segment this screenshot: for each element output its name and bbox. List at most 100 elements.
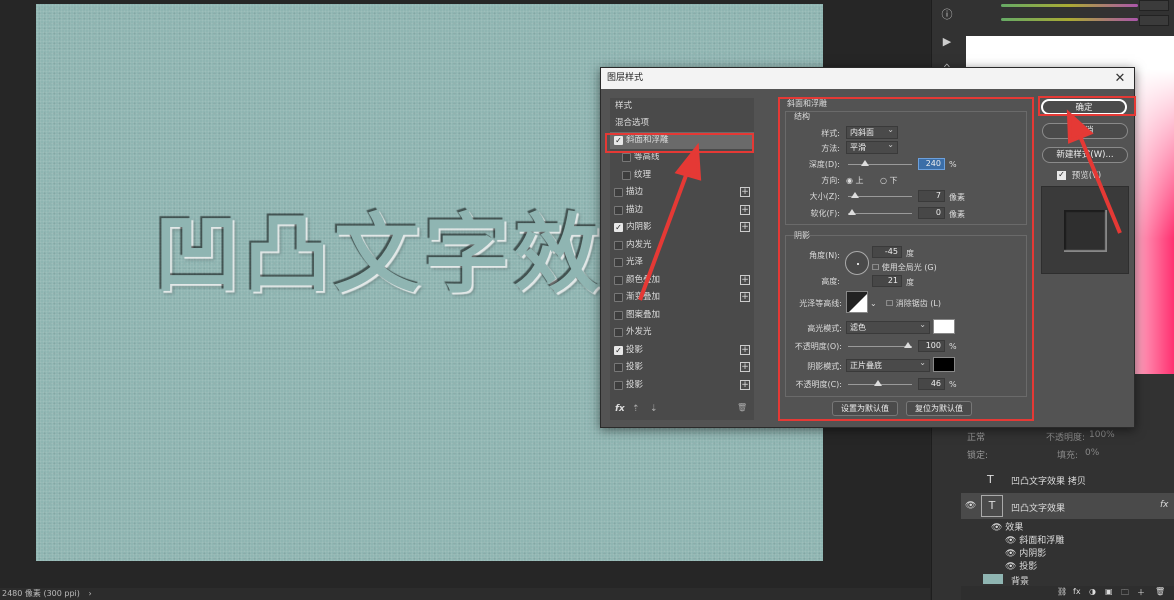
style-list-item[interactable]: 投影 +: [610, 359, 754, 376]
direction-up-radio[interactable]: ◉ 上: [846, 175, 864, 186]
style-list-item[interactable]: 投影 +: [610, 377, 754, 394]
mask-icon[interactable]: ▣: [1105, 587, 1113, 596]
add-instance-icon[interactable]: +: [740, 187, 750, 197]
size-slider[interactable]: [848, 192, 912, 198]
chevron-down-icon[interactable]: ⌄: [870, 299, 877, 308]
style-list-item[interactable]: 外发光: [610, 324, 754, 341]
add-instance-icon[interactable]: +: [740, 362, 750, 372]
style-list-item[interactable]: ✓ 内阴影 +: [610, 219, 754, 236]
layer-row[interactable]: T 凹凸文字效果 拷贝: [961, 466, 1174, 492]
style-list-item[interactable]: 描边 +: [610, 202, 754, 219]
dialog-titlebar[interactable]: 图层样式 ✕: [601, 68, 1134, 89]
checkbox-icon[interactable]: [614, 381, 623, 390]
shadow-mode-select[interactable]: 正片叠底: [846, 357, 930, 372]
style-list-item[interactable]: 样式: [610, 98, 754, 115]
style-list-item[interactable]: 纹理: [610, 167, 754, 184]
shadow-color-swatch[interactable]: [933, 357, 955, 372]
fx-icon[interactable]: fx: [615, 404, 625, 414]
eye-icon[interactable]: 👁: [1005, 536, 1019, 546]
angle-input[interactable]: -45: [872, 246, 902, 258]
blend-mode-select[interactable]: 正常: [967, 430, 985, 443]
trash-icon[interactable]: 🗑: [1155, 587, 1165, 596]
checkbox-checked-icon[interactable]: ✓: [614, 223, 623, 232]
info-icon[interactable]: ⓘ: [938, 6, 956, 24]
move-down-icon[interactable]: ⇣: [650, 404, 658, 414]
altitude-input[interactable]: 21: [872, 275, 902, 287]
effect-item[interactable]: 👁 斜面和浮雕: [1005, 533, 1064, 546]
highlight-color-swatch[interactable]: [933, 319, 955, 334]
color-slider-1[interactable]: [1001, 4, 1138, 7]
technique-select[interactable]: 平滑: [846, 139, 898, 154]
checkbox-icon[interactable]: [614, 206, 623, 215]
style-list-item[interactable]: 内发光: [610, 237, 754, 254]
fill-value[interactable]: 0%: [1085, 448, 1099, 458]
checkbox-icon[interactable]: [614, 328, 623, 337]
bevel-style-select[interactable]: 内斜面: [846, 124, 898, 139]
checkbox-icon[interactable]: [614, 258, 623, 267]
checkbox-icon[interactable]: [614, 276, 623, 285]
layer-row-selected[interactable]: 👁 T 凹凸文字效果 fx: [961, 493, 1174, 519]
depth-input[interactable]: 240: [918, 158, 945, 170]
status-menu-arrow[interactable]: ›: [88, 589, 91, 598]
new-layer-icon[interactable]: ＋: [1137, 587, 1145, 598]
checkbox-icon[interactable]: [614, 241, 623, 250]
checkbox-icon[interactable]: [614, 293, 623, 302]
fx-icon[interactable]: fx: [1160, 500, 1169, 510]
highlight-opacity-slider[interactable]: [848, 342, 912, 348]
add-instance-icon[interactable]: +: [740, 275, 750, 285]
style-list-item[interactable]: 图案叠加: [610, 307, 754, 324]
eye-icon[interactable]: 👁: [991, 523, 1005, 533]
eye-icon[interactable]: 👁: [1005, 562, 1019, 572]
preview-checkbox[interactable]: ✓ 预览(V): [1057, 169, 1101, 181]
checkbox-checked-icon[interactable]: ✓: [614, 346, 623, 355]
fx-icon[interactable]: fx: [1073, 587, 1081, 596]
checkbox-icon[interactable]: [614, 363, 623, 372]
reset-default-button[interactable]: 复位为默认值: [906, 401, 972, 416]
add-instance-icon[interactable]: +: [740, 345, 750, 355]
move-up-icon[interactable]: ⇡: [632, 404, 640, 414]
trash-icon[interactable]: 🗑: [737, 403, 747, 412]
depth-slider-thumb[interactable]: [861, 160, 870, 166]
add-instance-icon[interactable]: +: [740, 205, 750, 215]
size-input[interactable]: 7: [918, 190, 945, 202]
shadow-opacity-thumb[interactable]: [873, 380, 882, 386]
depth-slider[interactable]: [848, 160, 912, 166]
add-instance-icon[interactable]: +: [740, 292, 750, 302]
shadow-opacity-input[interactable]: 46: [918, 378, 945, 390]
opacity-value[interactable]: 100%: [1089, 430, 1115, 440]
color-slider-2[interactable]: [1001, 18, 1138, 21]
highlight-opacity-input[interactable]: 100: [918, 340, 945, 352]
style-list-item[interactable]: ✓ 投影 +: [610, 342, 754, 359]
style-list-item[interactable]: 混合选项: [610, 115, 754, 132]
effect-item[interactable]: 👁 内阴影: [1005, 546, 1046, 559]
soften-slider[interactable]: [848, 209, 912, 215]
eye-icon[interactable]: 👁: [965, 501, 976, 511]
style-list-item[interactable]: 渐变叠加 +: [610, 289, 754, 306]
checkbox-icon[interactable]: [614, 311, 623, 320]
close-icon[interactable]: ✕: [1114, 68, 1126, 89]
size-slider-thumb[interactable]: [850, 192, 859, 198]
soften-slider-thumb[interactable]: [848, 209, 856, 215]
eye-icon[interactable]: 👁: [1005, 549, 1019, 559]
checkbox-icon[interactable]: [622, 153, 631, 162]
folder-icon[interactable]: 🗀: [1121, 587, 1129, 600]
direction-down-radio[interactable]: ○ 下: [880, 175, 898, 186]
adjustment-icon[interactable]: ◑: [1089, 587, 1096, 596]
new-style-button[interactable]: 新建样式(W)...: [1042, 147, 1128, 163]
checkbox-icon[interactable]: [614, 188, 623, 197]
layer-row[interactable]: 背景: [961, 572, 1174, 587]
gloss-contour-swatch[interactable]: [846, 291, 868, 313]
link-icon[interactable]: ⛓: [1057, 587, 1067, 596]
play-icon[interactable]: ▶: [938, 33, 956, 51]
highlight-mode-select[interactable]: 滤色: [846, 319, 930, 334]
soften-input[interactable]: 0: [918, 207, 945, 219]
highlight-opacity-thumb[interactable]: [904, 342, 912, 348]
cancel-button[interactable]: 取消: [1042, 123, 1128, 139]
add-instance-icon[interactable]: +: [740, 380, 750, 390]
checkbox-icon[interactable]: [622, 171, 631, 180]
angle-dial[interactable]: [845, 251, 869, 275]
checkbox-checked-icon[interactable]: ✓: [1057, 171, 1066, 180]
color-value-2[interactable]: [1139, 15, 1169, 26]
shadow-opacity-slider[interactable]: [848, 380, 912, 386]
style-list-item[interactable]: 描边 +: [610, 184, 754, 201]
